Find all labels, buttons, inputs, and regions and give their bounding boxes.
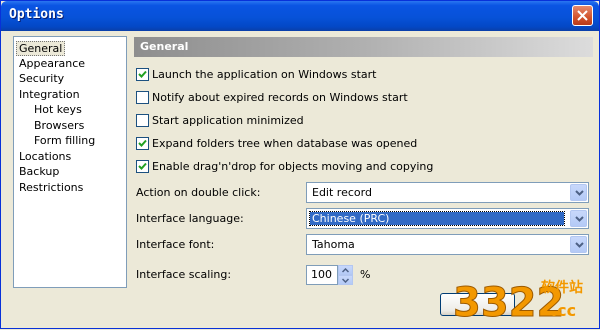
- launch-on-start-checkbox[interactable]: [136, 68, 149, 81]
- select-value: Edit record: [312, 186, 372, 199]
- start-minimized-checkbox[interactable]: [136, 114, 149, 127]
- chevron-down-icon: [575, 216, 584, 222]
- nav-item-locations[interactable]: Locations: [19, 149, 71, 165]
- interface-scaling-label: Interface scaling:: [136, 268, 232, 281]
- dropdown-button[interactable]: [570, 184, 587, 201]
- general-settings-panel: General Launch the application on Window…: [134, 37, 596, 287]
- dropdown-button[interactable]: [570, 236, 587, 253]
- scaling-spinner: [338, 265, 353, 285]
- interface-font-select[interactable]: Tahoma: [306, 234, 589, 255]
- nav-item-label: Form filling: [34, 134, 96, 147]
- close-icon: [577, 10, 588, 21]
- nav-item-integration[interactable]: Integration: [19, 87, 80, 103]
- checkbox-label: Enable drag'n'drop for objects moving an…: [152, 160, 434, 173]
- nav-item-general[interactable]: General: [16, 41, 66, 57]
- checkmark-icon: [138, 139, 147, 147]
- nav-item-label: General: [16, 41, 66, 56]
- nav-item-hot-keys[interactable]: Hot keys: [34, 102, 82, 118]
- scaling-input[interactable]: 100: [306, 265, 338, 285]
- scaling-value: 100: [311, 268, 332, 281]
- nav-item-label: Integration: [19, 88, 80, 101]
- scaling-up-button[interactable]: [338, 265, 353, 275]
- checkbox-label: Notify about expired records on Windows …: [152, 91, 408, 104]
- nav-item-label: Backup: [19, 165, 60, 178]
- notify-expired-checkbox[interactable]: [136, 91, 149, 104]
- nav-item-restrictions[interactable]: Restrictions: [19, 180, 83, 196]
- checkbox-label: Expand folders tree when database was op…: [152, 137, 418, 150]
- chevron-up-icon: [342, 268, 349, 273]
- nav-item-label: Security: [19, 72, 65, 85]
- checkbox-label: Start application minimized: [152, 114, 304, 127]
- checkmark-icon: [138, 70, 147, 78]
- expand-folders-checkbox[interactable]: [136, 137, 149, 150]
- nav-item-browsers[interactable]: Browsers: [34, 118, 84, 134]
- drag-drop-checkbox[interactable]: [136, 160, 149, 173]
- options-category-list: General Appearance Security Integration …: [13, 36, 127, 288]
- watermark-domain: .cc: [551, 301, 576, 320]
- section-header: General: [134, 37, 593, 57]
- select-value: Tahoma: [312, 238, 355, 251]
- interface-language-label: Interface language:: [136, 212, 244, 225]
- percent-sign: %: [360, 268, 371, 281]
- window-title: Options: [9, 7, 64, 22]
- nav-item-appearance[interactable]: Appearance: [19, 56, 85, 72]
- nav-item-security[interactable]: Security: [19, 71, 64, 87]
- chevron-down-icon: [575, 242, 584, 248]
- chevron-down-icon: [575, 190, 584, 196]
- options-window: Options General Appearance Security Inte…: [0, 0, 600, 329]
- nav-item-backup[interactable]: Backup: [19, 164, 59, 180]
- dropdown-button[interactable]: [570, 210, 587, 227]
- checkbox-label: Launch the application on Windows start: [152, 68, 377, 81]
- nav-item-form-filling[interactable]: Form filling: [34, 133, 95, 149]
- nav-item-label: Appearance: [19, 57, 86, 70]
- action-double-click-label: Action on double click:: [136, 186, 261, 199]
- nav-item-label: Browsers: [34, 119, 85, 132]
- title-bar[interactable]: Options: [1, 1, 599, 31]
- interface-font-label: Interface font:: [136, 238, 215, 251]
- chevron-down-icon: [342, 278, 349, 283]
- watermark-text: 软件站: [541, 279, 583, 296]
- select-value: Chinese (PRC): [309, 211, 565, 226]
- action-double-click-select[interactable]: Edit record: [306, 182, 589, 203]
- nav-item-label: Locations: [19, 150, 72, 163]
- watermark-logo: 3322 软件站 .cc: [453, 279, 584, 327]
- close-button[interactable]: [572, 5, 593, 26]
- checkmark-icon: [138, 162, 147, 170]
- scaling-down-button[interactable]: [338, 275, 353, 285]
- nav-item-label: Restrictions: [19, 181, 84, 194]
- interface-language-select[interactable]: Chinese (PRC): [306, 208, 589, 229]
- nav-item-label: Hot keys: [34, 103, 82, 116]
